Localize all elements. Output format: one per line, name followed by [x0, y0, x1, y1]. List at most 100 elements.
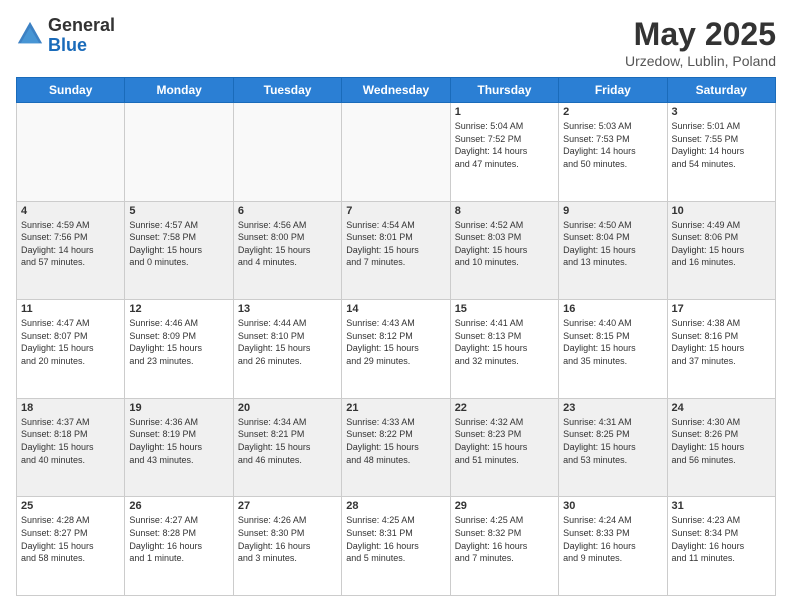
page: General Blue May 2025 Urzedow, Lublin, P… [0, 0, 792, 612]
weekday-tuesday: Tuesday [233, 78, 341, 103]
calendar-cell: 31Sunrise: 4:23 AM Sunset: 8:34 PM Dayli… [667, 497, 775, 596]
logo-blue-text: Blue [48, 36, 115, 56]
weekday-friday: Friday [559, 78, 667, 103]
day-number: 3 [672, 106, 771, 118]
calendar-week-4: 18Sunrise: 4:37 AM Sunset: 8:18 PM Dayli… [17, 398, 776, 497]
day-number: 17 [672, 303, 771, 315]
calendar-cell: 18Sunrise: 4:37 AM Sunset: 8:18 PM Dayli… [17, 398, 125, 497]
day-info: Sunrise: 4:28 AM Sunset: 8:27 PM Dayligh… [21, 514, 120, 564]
day-info: Sunrise: 4:59 AM Sunset: 7:56 PM Dayligh… [21, 219, 120, 269]
day-info: Sunrise: 4:37 AM Sunset: 8:18 PM Dayligh… [21, 416, 120, 466]
day-number: 21 [346, 402, 445, 414]
logo-icon [16, 20, 44, 48]
day-info: Sunrise: 4:54 AM Sunset: 8:01 PM Dayligh… [346, 219, 445, 269]
weekday-header-row: SundayMondayTuesdayWednesdayThursdayFrid… [17, 78, 776, 103]
calendar-cell [342, 103, 450, 202]
calendar-cell: 26 Sunrise: 4:27 AM Sunset: 8:28 PM Dayli… [125, 497, 233, 596]
day-info: Sunrise: 4:50 AM Sunset: 8:04 PM Dayligh… [563, 219, 662, 269]
calendar-cell: 9 Sunrise: 4:50 AM Sunset: 8:04 PM Daylig… [559, 201, 667, 300]
day-number: 9 [563, 205, 662, 217]
day-number: 26 [129, 500, 228, 512]
calendar-cell [17, 103, 125, 202]
header: General Blue May 2025 Urzedow, Lublin, P… [16, 16, 776, 69]
day-info: Sunrise: 4:56 AM Sunset: 8:00 PM Dayligh… [238, 219, 337, 269]
calendar-cell: 8 Sunrise: 4:52 AM Sunset: 8:03 PM Daylig… [450, 201, 558, 300]
day-info: Sunrise: 4:23 AM Sunset: 8:34 PM Dayligh… [672, 514, 771, 564]
calendar-week-5: 25 Sunrise: 4:28 AM Sunset: 8:27 PM Dayli… [17, 497, 776, 596]
day-number: 23 [563, 402, 662, 414]
calendar-cell: 24 Sunrise: 4:30 AM Sunset: 8:26 PM Dayli… [667, 398, 775, 497]
day-info: Sunrise: 4:46 AM Sunset: 8:09 PM Dayligh… [129, 317, 228, 367]
day-number: 29 [455, 500, 554, 512]
calendar-cell: 20Sunrise: 4:34 AM Sunset: 8:21 PM Dayli… [233, 398, 341, 497]
day-info: Sunrise: 5:03 AM Sunset: 7:53 PM Dayligh… [563, 120, 662, 170]
day-number: 24 [672, 402, 771, 414]
calendar-cell: 10 Sunrise: 4:49 AM Sunset: 8:06 PM Dayli… [667, 201, 775, 300]
month-title: May 2025 [625, 16, 776, 53]
calendar-week-1: 1 Sunrise: 5:04 AM Sunset: 7:52 PM Daylig… [17, 103, 776, 202]
day-info: Sunrise: 4:57 AM Sunset: 7:58 PM Dayligh… [129, 219, 228, 269]
calendar-cell: 14 Sunrise: 4:43 AM Sunset: 8:12 PM Dayli… [342, 300, 450, 399]
calendar-cell: 25 Sunrise: 4:28 AM Sunset: 8:27 PM Dayli… [17, 497, 125, 596]
day-info: Sunrise: 4:49 AM Sunset: 8:06 PM Dayligh… [672, 219, 771, 269]
day-info: Sunrise: 4:38 AM Sunset: 8:16 PM Dayligh… [672, 317, 771, 367]
day-info: Sunrise: 4:34 AM Sunset: 8:21 PM Dayligh… [238, 416, 337, 466]
calendar-header: SundayMondayTuesdayWednesdayThursdayFrid… [17, 78, 776, 103]
day-number: 6 [238, 205, 337, 217]
logo: General Blue [16, 16, 115, 56]
day-info: Sunrise: 4:52 AM Sunset: 8:03 PM Dayligh… [455, 219, 554, 269]
calendar-cell: 5 Sunrise: 4:57 AM Sunset: 7:58 PM Daylig… [125, 201, 233, 300]
day-number: 13 [238, 303, 337, 315]
day-info: Sunrise: 4:41 AM Sunset: 8:13 PM Dayligh… [455, 317, 554, 367]
day-info: Sunrise: 4:43 AM Sunset: 8:12 PM Dayligh… [346, 317, 445, 367]
calendar-cell: 6 Sunrise: 4:56 AM Sunset: 8:00 PM Daylig… [233, 201, 341, 300]
calendar-cell: 21Sunrise: 4:33 AM Sunset: 8:22 PM Dayli… [342, 398, 450, 497]
weekday-thursday: Thursday [450, 78, 558, 103]
day-number: 5 [129, 205, 228, 217]
calendar-cell: 19 Sunrise: 4:36 AM Sunset: 8:19 PM Dayli… [125, 398, 233, 497]
day-number: 27 [238, 500, 337, 512]
day-number: 22 [455, 402, 554, 414]
weekday-sunday: Sunday [17, 78, 125, 103]
day-number: 30 [563, 500, 662, 512]
calendar-table: SundayMondayTuesdayWednesdayThursdayFrid… [16, 77, 776, 596]
calendar-cell: 16Sunrise: 4:40 AM Sunset: 8:15 PM Dayli… [559, 300, 667, 399]
day-number: 25 [21, 500, 120, 512]
day-number: 28 [346, 500, 445, 512]
day-info: Sunrise: 4:25 AM Sunset: 8:32 PM Dayligh… [455, 514, 554, 564]
day-info: Sunrise: 4:31 AM Sunset: 8:25 PM Dayligh… [563, 416, 662, 466]
day-info: Sunrise: 4:30 AM Sunset: 8:26 PM Dayligh… [672, 416, 771, 466]
day-info: Sunrise: 4:47 AM Sunset: 8:07 PM Dayligh… [21, 317, 120, 367]
day-number: 8 [455, 205, 554, 217]
day-info: Sunrise: 4:27 AM Sunset: 8:28 PM Dayligh… [129, 514, 228, 564]
calendar-cell: 28 Sunrise: 4:25 AM Sunset: 8:31 PM Dayli… [342, 497, 450, 596]
day-info: Sunrise: 4:44 AM Sunset: 8:10 PM Dayligh… [238, 317, 337, 367]
calendar-cell: 7Sunrise: 4:54 AM Sunset: 8:01 PM Daylig… [342, 201, 450, 300]
day-info: Sunrise: 4:40 AM Sunset: 8:15 PM Dayligh… [563, 317, 662, 367]
day-number: 15 [455, 303, 554, 315]
day-number: 14 [346, 303, 445, 315]
day-number: 1 [455, 106, 554, 118]
calendar-cell: 4Sunrise: 4:59 AM Sunset: 7:56 PM Daylig… [17, 201, 125, 300]
day-number: 10 [672, 205, 771, 217]
day-info: Sunrise: 4:25 AM Sunset: 8:31 PM Dayligh… [346, 514, 445, 564]
calendar-cell: 11Sunrise: 4:47 AM Sunset: 8:07 PM Dayli… [17, 300, 125, 399]
day-info: Sunrise: 5:04 AM Sunset: 7:52 PM Dayligh… [455, 120, 554, 170]
calendar-week-2: 4Sunrise: 4:59 AM Sunset: 7:56 PM Daylig… [17, 201, 776, 300]
location: Urzedow, Lublin, Poland [625, 53, 776, 69]
logo-general-text: General [48, 16, 115, 36]
day-info: Sunrise: 4:26 AM Sunset: 8:30 PM Dayligh… [238, 514, 337, 564]
weekday-monday: Monday [125, 78, 233, 103]
calendar-cell: 23 Sunrise: 4:31 AM Sunset: 8:25 PM Dayli… [559, 398, 667, 497]
day-info: Sunrise: 4:36 AM Sunset: 8:19 PM Dayligh… [129, 416, 228, 466]
calendar-cell: 13 Sunrise: 4:44 AM Sunset: 8:10 PM Dayli… [233, 300, 341, 399]
calendar-cell [125, 103, 233, 202]
day-info: Sunrise: 5:01 AM Sunset: 7:55 PM Dayligh… [672, 120, 771, 170]
calendar-cell: 12Sunrise: 4:46 AM Sunset: 8:09 PM Dayli… [125, 300, 233, 399]
calendar-cell: 30 Sunrise: 4:24 AM Sunset: 8:33 PM Dayli… [559, 497, 667, 596]
title-block: May 2025 Urzedow, Lublin, Poland [625, 16, 776, 69]
day-info: Sunrise: 4:24 AM Sunset: 8:33 PM Dayligh… [563, 514, 662, 564]
calendar-cell: 2Sunrise: 5:03 AM Sunset: 7:53 PM Daylig… [559, 103, 667, 202]
day-number: 19 [129, 402, 228, 414]
calendar-cell [233, 103, 341, 202]
